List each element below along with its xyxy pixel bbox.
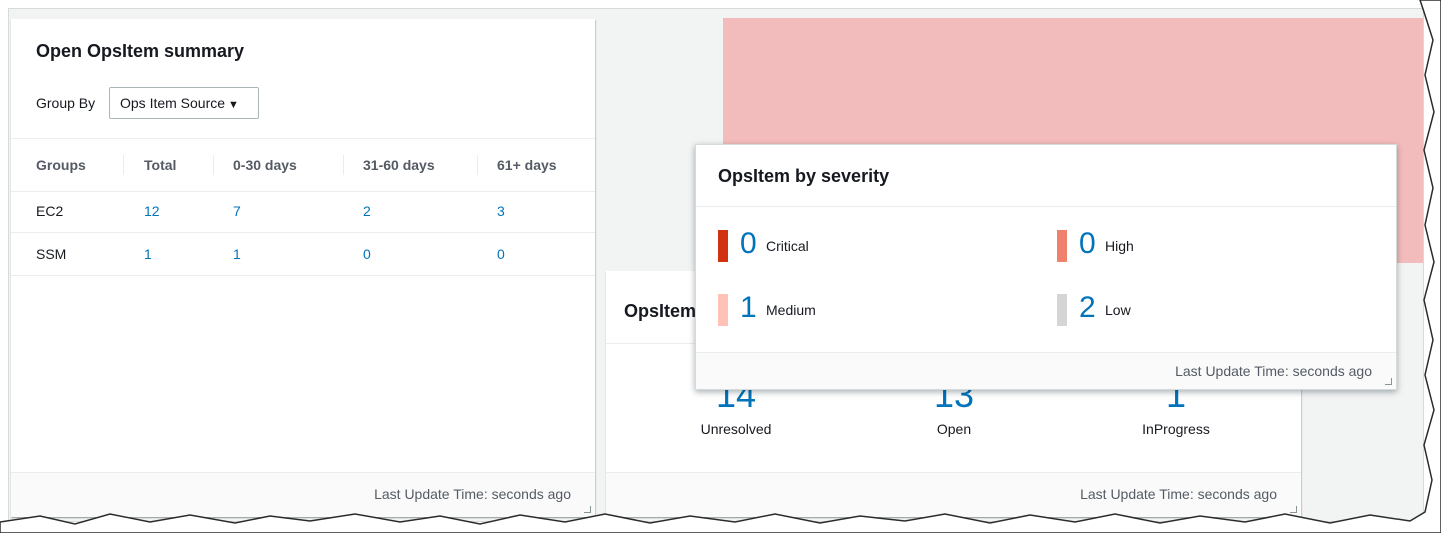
torn-edge-decoration — [0, 0, 1441, 533]
